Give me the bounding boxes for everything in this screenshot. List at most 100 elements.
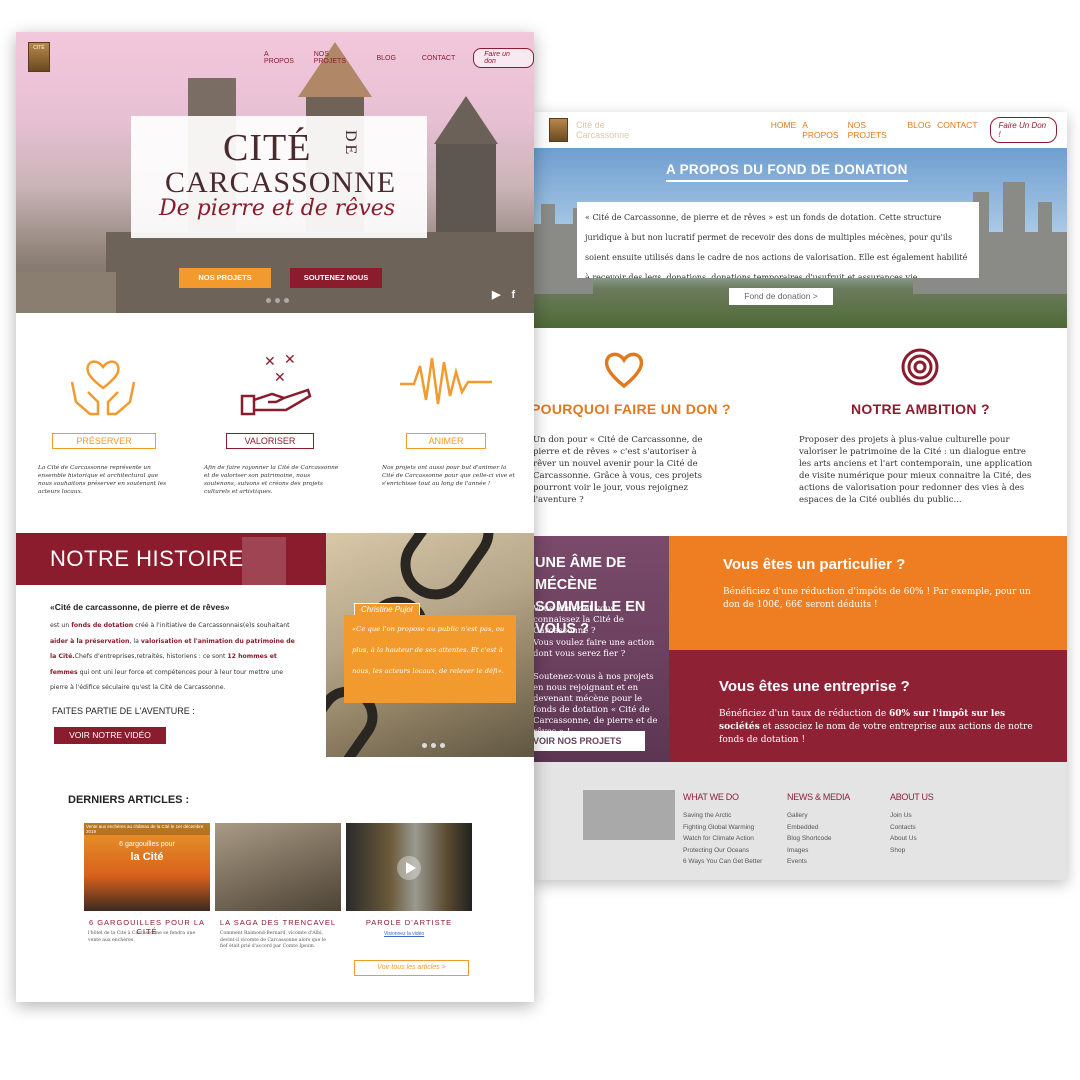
articles-heading: DERNIERS ARTICLES : [68,794,190,806]
social-icons: ▶ f [492,288,515,301]
article-thumb-trencavel[interactable] [215,823,341,911]
particulier-text: Bénéficiez d'une réduction d'impôts de 6… [723,587,1031,610]
entreprise-text: Bénéficiez d'un taux de réduction de 60%… [719,709,1033,745]
nav-nos-projets[interactable]: NOS PROJETS [314,51,363,65]
p2-hero-banner: A PROPOS DU FOND DE DONATION « Cité de C… [533,148,1067,328]
hero-tagline: De pierre et de rêves [159,196,396,221]
footer-col-news: NEWS & MEDIA Gallery Embedded Blog Short… [787,792,850,868]
svg-text:✕: ✕ [284,352,296,368]
histoire-title: «Cité de carcassonne, de pierre et de rê… [50,602,230,612]
histoire-heading: NOTRE HISTOIRE [50,546,244,571]
soutenez-nous-button[interactable]: SOUTENEZ NOUS [290,268,382,288]
footer-image-placeholder [583,790,675,840]
nav-a-propos[interactable]: A PROPOS [264,51,300,65]
quote-box: «Ce que l'on propose au public n'est pas… [344,615,516,703]
mecene-p1: Vous aimez et vous connaissez la Cité de… [533,604,624,636]
p2-hero-title: A PROPOS DU FOND DE DONATION [666,162,908,182]
svg-text:✕: ✕ [264,354,276,370]
p2-nav-a-propos[interactable]: A PROPOS [802,120,841,140]
footer-link[interactable]: Join Us [890,810,933,822]
footer-link[interactable]: About Us [890,833,933,845]
p2-logo-icon[interactable] [549,118,569,142]
footer-link[interactable]: Events [787,856,850,868]
valoriser-text: Afin de faire rayonner la Cité de Carcas… [204,465,339,495]
mecene-p2: Vous voulez faire une action dont vous s… [533,638,655,659]
animer-text: Nos projets ont aussi pour but d'animer … [382,465,515,487]
hands-heart-icon [70,360,136,416]
voir-tous-articles-button[interactable]: Voir tous les articles > [354,960,469,976]
entreprise-heading: Vous êtes une entreprise ? [719,678,910,695]
pulse-icon [400,357,492,405]
preserver-label: PRÉSERVER [52,433,156,449]
article-title-trencavel[interactable]: LA SAGA DES TRENCAVEL [215,918,341,927]
castle-watermark-icon [242,537,286,585]
preserver-text: La Cité de Carcassonne représente un ens… [38,465,167,495]
footer-link[interactable]: Protecting Our Oceans [683,845,762,857]
footer-link[interactable]: Embedded [787,822,850,834]
p2-nav-projets[interactable]: NOS PROJETS [848,120,902,140]
title-carcassonne: CARCASSONNE [165,166,397,199]
voir-nos-projets-button[interactable]: VOIR NOS PROJETS [533,731,645,751]
main-nav: A PROPOS NOS PROJETS BLOG CONTACT Faire … [264,48,534,68]
footer-link[interactable]: Fighting Global Warming [683,822,762,834]
pourquoi-text: Un don pour « Cité de Carcassonne, de pi… [533,435,703,505]
particulier-heading: Vous êtes un particulier ? [723,556,906,573]
footer-col-about: ABOUT US Join Us Contacts About Us Shop [890,792,934,857]
footer-link[interactable]: Gallery [787,810,850,822]
footer-link[interactable]: Blog Shortcode [787,833,850,845]
p2-fond-button[interactable]: Fond de donation > [729,288,833,305]
hand-sparkles-icon: ✕ ✕ ✕ [240,352,312,416]
p2-logo-text: Cité de Carcassonne [576,120,630,140]
home-page-screenshot: CITÉ A PROPOS NOS PROJETS BLOG CONTACT F… [16,32,534,1002]
title-cite: CITÉ [223,127,312,169]
pourquoi-heading: POURQUOI FAIRE UN DON ? [533,401,731,417]
article-title-artiste[interactable]: PAROLE D'ARTISTE [346,918,472,927]
p2-footer: WHAT WE DO Saving the Arctic Fighting Gl… [533,762,1067,880]
visionnez-video-link[interactable]: Visionnez la vidéo [384,931,424,937]
nav-contact[interactable]: CONTACT [422,55,455,62]
p2-nav-blog[interactable]: BLOG [907,120,931,140]
particulier-block: Vous êtes un particulier ? Bénéficiez d'… [669,536,1067,650]
carousel-dots[interactable] [266,298,289,303]
article-text-gargouilles: l'hôtel de la Cité à Carcassonne se fend… [88,931,196,943]
footer-link[interactable]: Watch for Climate Action [683,833,762,845]
youtube-icon[interactable]: ▶ [492,289,500,301]
p2-nav-home[interactable]: HOME [771,120,797,140]
site-logo[interactable]: CITÉ [28,42,50,72]
photo-carousel-dots[interactable] [422,743,445,748]
hero-banner: CITÉ A PROPOS NOS PROJETS BLOG CONTACT F… [16,32,534,313]
voir-video-button[interactable]: VOIR NOTRE VIDÉO [54,727,166,744]
histoire-body: est un fonds de dotation créé à l'initia… [50,622,295,691]
nos-projets-button[interactable]: NOS PROJETS [179,268,271,288]
hero-title-box: CITÉ DE CARCASSONNE De pierre et de rêve… [131,116,427,238]
svg-text:✕: ✕ [274,370,286,386]
title-de: DE [342,130,359,158]
p2-navbar: Cité de Carcassonne HOME A PROPOS NOS PR… [533,112,1067,148]
valoriser-label: VALORISER [226,433,314,449]
ambition-text: Proposer des projets à plus-value cultur… [799,435,1033,505]
ambition-heading: NOTRE AMBITION ? [851,401,990,417]
faites-partie-label: FAITES PARTIE DE L'AVENTURE : [52,706,195,716]
footer-link[interactable]: Saving the Arctic [683,810,762,822]
footer-link[interactable]: Images [787,845,850,857]
article-thumb-gargouilles[interactable]: Vente aux enchères au château de la Cité… [84,823,210,911]
mecene-section: UNE ÂME DE MÉCÈNE SOMMEILLE EN VOUS ? Vou… [533,536,669,762]
play-icon[interactable] [396,855,422,881]
target-icon [901,348,939,386]
nav-blog[interactable]: BLOG [376,55,395,62]
article-text-trencavel: Comment Raimond-Bernard, vicomte d'Albi,… [220,931,326,949]
entreprise-block: Vous êtes une entreprise ? Bénéficiez d'… [669,650,1067,762]
animer-label: ANIMER [406,433,486,449]
footer-link[interactable]: 6 Ways You Can Get Better [683,856,762,868]
p2-nav-contact[interactable]: CONTACT [937,120,977,140]
p2-donate-button[interactable]: Faire Un Don ! [989,117,1057,143]
footer-col-what-we-do: WHAT WE DO Saving the Arctic Fighting Gl… [683,792,762,868]
footer-link[interactable]: Shop [890,845,933,857]
heart-icon [604,352,644,389]
about-page-screenshot: Cité de Carcassonne HOME A PROPOS NOS PR… [533,112,1067,880]
article-thumb-artiste[interactable] [346,823,472,911]
mecene-p3: Soutenez-vous à nos projets en nous rejo… [533,672,658,737]
footer-link[interactable]: Contacts [890,822,933,834]
donate-button[interactable]: Faire un don [473,48,534,68]
facebook-icon[interactable]: f [512,289,516,301]
